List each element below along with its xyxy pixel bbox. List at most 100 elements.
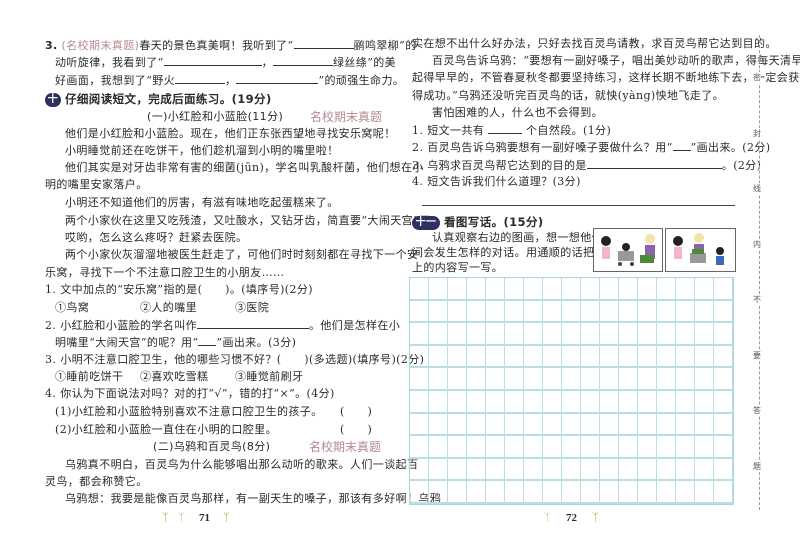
grid-cell[interactable]: [638, 278, 657, 301]
grid-cell[interactable]: [429, 413, 448, 437]
grid-cell[interactable]: [581, 458, 600, 482]
grid-cell[interactable]: [619, 300, 638, 324]
answer-blank[interactable]: [175, 72, 226, 84]
grid-cell[interactable]: [695, 436, 714, 459]
grid-cell[interactable]: [676, 345, 695, 369]
answer-blank[interactable]: [273, 54, 334, 66]
grid-cell[interactable]: [543, 368, 562, 391]
grid-cell[interactable]: [657, 458, 676, 482]
grid-cell[interactable]: [714, 278, 733, 301]
grid-cell[interactable]: [581, 436, 600, 459]
grid-cell[interactable]: [714, 345, 733, 369]
grid-cell[interactable]: [638, 481, 657, 504]
grid-cell[interactable]: [429, 368, 448, 391]
grid-cell[interactable]: [581, 278, 600, 301]
grid-cell[interactable]: [657, 436, 676, 459]
grid-cell[interactable]: [562, 323, 581, 346]
grid-cell[interactable]: [524, 436, 543, 459]
grid-cell[interactable]: [714, 368, 733, 391]
grid-cell[interactable]: [543, 345, 562, 369]
grid-cell[interactable]: [410, 300, 429, 324]
grid-cell[interactable]: [581, 368, 600, 391]
grid-cell[interactable]: [600, 323, 619, 346]
grid-cell[interactable]: [619, 345, 638, 369]
grid-cell[interactable]: [581, 345, 600, 369]
grid-cell[interactable]: [638, 391, 657, 414]
grid-cell[interactable]: [543, 413, 562, 437]
grid-cell[interactable]: [410, 345, 429, 369]
grid-cell[interactable]: [486, 278, 505, 301]
grid-cell[interactable]: [543, 458, 562, 482]
writing-grid[interactable]: [409, 277, 734, 505]
grid-cell[interactable]: [410, 323, 429, 346]
grid-cell[interactable]: [448, 458, 467, 482]
grid-cell[interactable]: [410, 481, 429, 504]
grid-cell[interactable]: [448, 413, 467, 437]
grid-cell[interactable]: [695, 481, 714, 504]
grid-cell[interactable]: [714, 458, 733, 482]
grid-cell[interactable]: [657, 391, 676, 414]
grid-cell[interactable]: [600, 458, 619, 482]
grid-cell[interactable]: [505, 436, 524, 459]
grid-cell[interactable]: [448, 278, 467, 301]
grid-cell[interactable]: [676, 278, 695, 301]
grid-cell[interactable]: [486, 323, 505, 346]
grid-cell[interactable]: [429, 345, 448, 369]
grid-cell[interactable]: [505, 391, 524, 414]
grid-cell[interactable]: [410, 278, 429, 301]
grid-cell[interactable]: [448, 345, 467, 369]
grid-cell[interactable]: [638, 300, 657, 324]
grid-cell[interactable]: [600, 300, 619, 324]
grid-cell[interactable]: [657, 278, 676, 301]
grid-cell[interactable]: [638, 458, 657, 482]
grid-cell[interactable]: [410, 413, 429, 437]
grid-cell[interactable]: [524, 368, 543, 391]
grid-cell[interactable]: [619, 413, 638, 437]
answer-parentheses[interactable]: ( ): [340, 422, 372, 438]
grid-cell[interactable]: [619, 278, 638, 301]
grid-cell[interactable]: [581, 300, 600, 324]
grid-cell[interactable]: [638, 368, 657, 391]
grid-cell[interactable]: [562, 278, 581, 301]
grid-cell[interactable]: [619, 323, 638, 346]
answer-parentheses[interactable]: ( ): [340, 404, 372, 420]
grid-cell[interactable]: [657, 413, 676, 437]
grid-cell[interactable]: [638, 345, 657, 369]
grid-cell[interactable]: [562, 345, 581, 369]
grid-cell[interactable]: [429, 436, 448, 459]
grid-cell[interactable]: [429, 458, 448, 482]
grid-cell[interactable]: [524, 278, 543, 301]
grid-cell[interactable]: [714, 391, 733, 414]
grid-cell[interactable]: [638, 413, 657, 437]
grid-cell[interactable]: [581, 481, 600, 504]
grid-cell[interactable]: [581, 391, 600, 414]
grid-cell[interactable]: [543, 278, 562, 301]
grid-cell[interactable]: [676, 481, 695, 504]
grid-cell[interactable]: [619, 458, 638, 482]
grid-cell[interactable]: [714, 436, 733, 459]
grid-cell[interactable]: [524, 300, 543, 324]
grid-cell[interactable]: [657, 368, 676, 391]
grid-cell[interactable]: [543, 436, 562, 459]
grid-cell[interactable]: [524, 323, 543, 346]
grid-cell[interactable]: [695, 345, 714, 369]
grid-cell[interactable]: [714, 300, 733, 324]
grid-cell[interactable]: [676, 300, 695, 324]
grid-cell[interactable]: [619, 436, 638, 459]
grid-cell[interactable]: [448, 436, 467, 459]
grid-cell[interactable]: [410, 436, 429, 459]
grid-cell[interactable]: [543, 300, 562, 324]
grid-cell[interactable]: [486, 391, 505, 414]
grid-cell[interactable]: [467, 481, 486, 504]
answer-blank[interactable]: [236, 72, 319, 84]
grid-cell[interactable]: [714, 323, 733, 346]
grid-cell[interactable]: [429, 323, 448, 346]
grid-cell[interactable]: [429, 481, 448, 504]
grid-cell[interactable]: [410, 368, 429, 391]
grid-cell[interactable]: [600, 391, 619, 414]
grid-cell[interactable]: [505, 413, 524, 437]
grid-cell[interactable]: [714, 481, 733, 504]
grid-cell[interactable]: [467, 278, 486, 301]
grid-cell[interactable]: [448, 300, 467, 324]
grid-cell[interactable]: [429, 300, 448, 324]
